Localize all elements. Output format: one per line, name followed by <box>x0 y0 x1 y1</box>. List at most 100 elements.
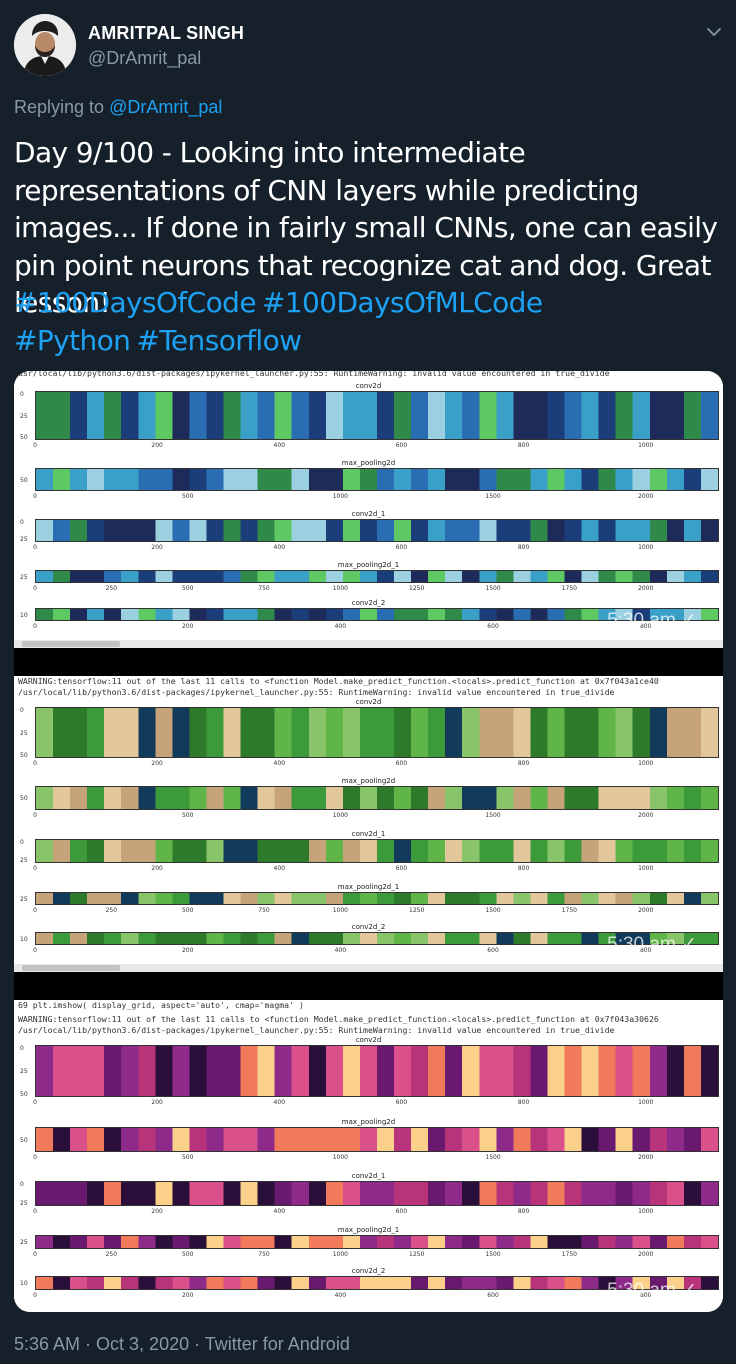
author-name[interactable]: AMRITPAL SINGH <box>88 23 244 44</box>
feature-map-plot: max_pooling2d_1 25 0 250 500 750 1000 1250 1500 1… <box>14 883 723 923</box>
notebook-screenshot[interactable]: 69 plt.imshow( display_grid, aspect='aut… <box>14 1000 723 1312</box>
scrollbar-thumb[interactable] <box>22 965 120 971</box>
hashtag-link[interactable]: #100DaysOfMLCode <box>262 286 543 319</box>
x-axis-ticks: 0 500 1000 1500 2000 <box>33 493 719 503</box>
x-tick-label: 800 <box>517 544 530 551</box>
y-tick-label: 0 <box>20 519 24 526</box>
x-tick-label: 250 <box>105 907 118 914</box>
feature-map-strip <box>35 1235 719 1249</box>
x-tick-label: 600 <box>487 947 499 954</box>
hashtag-link[interactable]: #100DaysOfCode <box>14 286 257 319</box>
y-tick-label: 25 <box>20 1239 28 1246</box>
hashtag-link[interactable]: #Python <box>14 324 131 357</box>
x-tick-label: 0 <box>33 1099 37 1106</box>
notebook-screenshot[interactable]: usr/local/lib/python3.6/dist-packages/ip… <box>14 371 723 648</box>
x-tick-label: 2000 <box>638 812 654 819</box>
hashtag-list: #100DaysOfCode #100DaysOfMLCode #Python #T… <box>14 284 724 359</box>
x-tick-label: 800 <box>517 865 530 872</box>
x-tick-label: 2000 <box>638 1251 654 1258</box>
x-tick-label: 600 <box>487 623 499 630</box>
scrollbar-thumb[interactable] <box>22 641 120 647</box>
x-tick-label: 600 <box>395 1208 408 1215</box>
x-tick-label: 0 <box>33 1292 37 1299</box>
hashtag-link[interactable]: #Tensorflow <box>136 324 302 357</box>
x-axis-ticks: 0 200 400 600 800 1000 <box>33 442 719 452</box>
x-tick-label: 1250 <box>409 585 425 592</box>
x-tick-label: 2000 <box>638 493 654 500</box>
author-handle[interactable]: @DrAmrit_pal <box>88 48 201 69</box>
feature-map-strip <box>35 1181 719 1206</box>
x-tick-label: 0 <box>33 1251 37 1258</box>
y-tick-label: 0 <box>20 1181 24 1188</box>
y-tick-label: 0 <box>20 1045 24 1052</box>
y-tick-label: 25 <box>20 857 28 864</box>
feature-map-strip <box>35 707 719 758</box>
x-tick-label: 500 <box>181 812 194 819</box>
x-tick-label: 0 <box>33 812 37 819</box>
plot-title: max_pooling2d <box>341 777 396 785</box>
x-tick-label: 0 <box>33 442 37 449</box>
x-tick-label: 1000 <box>638 544 654 551</box>
feature-map-strip <box>35 839 719 863</box>
y-tick-label: 25 <box>20 573 28 581</box>
x-tick-label: 400 <box>334 1292 347 1299</box>
replying-handle-link[interactable]: @DrAmrit_pal <box>109 97 222 117</box>
message-timestamp: 5:30 am ✓ <box>607 934 697 955</box>
x-tick-label: 2000 <box>638 907 654 914</box>
y-tick-label: 25 <box>20 1068 28 1075</box>
chevron-down-icon[interactable] <box>704 22 724 42</box>
x-tick-label: 200 <box>151 760 163 767</box>
x-tick-label: 0 <box>33 907 37 914</box>
horizontal-scrollbar[interactable] <box>14 640 723 648</box>
x-tick-label: 600 <box>395 865 408 872</box>
message-timestamp: 5:30 am ✓ <box>607 1280 697 1301</box>
x-axis-ticks: 0 200 400 600 800 1000 <box>33 865 719 875</box>
x-tick-label: 0 <box>33 623 37 630</box>
feature-map-strip <box>35 786 719 810</box>
x-tick-label: 1500 <box>485 493 501 500</box>
y-tick-label: 50 <box>20 476 28 484</box>
x-tick-label: 1750 <box>561 907 578 914</box>
y-tick-label: 25 <box>20 536 28 543</box>
x-tick-label: 1750 <box>561 585 578 592</box>
x-tick-label: 1000 <box>332 493 348 500</box>
x-tick-label: 200 <box>151 1208 163 1215</box>
x-axis-ticks: 0 200 400 600 800 1000 <box>33 544 719 554</box>
x-tick-label: 600 <box>395 1099 408 1106</box>
x-tick-label: 1000 <box>332 585 348 592</box>
x-tick-label: 600 <box>395 760 408 767</box>
x-tick-label: 400 <box>334 623 347 630</box>
horizontal-scrollbar[interactable] <box>14 964 723 972</box>
x-axis-ticks: 0 500 1000 1500 2000 <box>33 812 719 822</box>
feature-map-plot: conv2d_1 0 25 0 200 400 600 800 1000 <box>14 830 723 883</box>
x-tick-label: 1000 <box>638 1208 654 1215</box>
x-tick-label: 1000 <box>638 442 654 449</box>
y-tick-label: 50 <box>20 1136 28 1144</box>
x-tick-label: 200 <box>181 947 194 954</box>
x-tick-label: 1250 <box>409 907 425 914</box>
x-tick-label: 750 <box>258 1251 270 1258</box>
x-tick-label: 750 <box>258 585 270 592</box>
x-axis-ticks: 0 500 1000 1500 2000 <box>33 1154 719 1164</box>
plot-title: max_pooling2d <box>341 1118 396 1126</box>
x-tick-label: 400 <box>273 1099 286 1106</box>
x-tick-label: 1250 <box>409 1251 425 1258</box>
y-tick-label: 10 <box>20 935 28 943</box>
y-tick-label: 10 <box>20 611 28 619</box>
feature-map-plot: conv2d 0 25 50 0 200 400 600 800 1000 <box>14 698 723 777</box>
message-timestamp: 5:30 am ✓ <box>607 610 697 631</box>
x-tick-label: 1750 <box>561 1251 578 1258</box>
notebook-screenshot[interactable]: WARNING:tensorflow:11 out of the last 11… <box>14 676 723 972</box>
x-tick-label: 250 <box>105 585 118 592</box>
y-tick-label: 10 <box>20 1280 28 1287</box>
y-tick-label: 0 <box>20 391 24 398</box>
x-tick-label: 200 <box>151 865 163 872</box>
x-tick-label: 200 <box>151 1099 163 1106</box>
x-tick-label: 800 <box>517 1099 530 1106</box>
x-axis-ticks: 0 200 400 600 800 1000 <box>33 1208 719 1218</box>
x-tick-label: 750 <box>258 907 270 914</box>
tweet-media[interactable]: usr/local/lib/python3.6/dist-packages/ip… <box>14 371 723 1312</box>
feature-map-plot: conv2d_1 0 25 0 200 400 600 800 1000 <box>14 1172 723 1226</box>
avatar[interactable] <box>14 14 76 76</box>
x-tick-label: 1500 <box>485 1251 501 1258</box>
